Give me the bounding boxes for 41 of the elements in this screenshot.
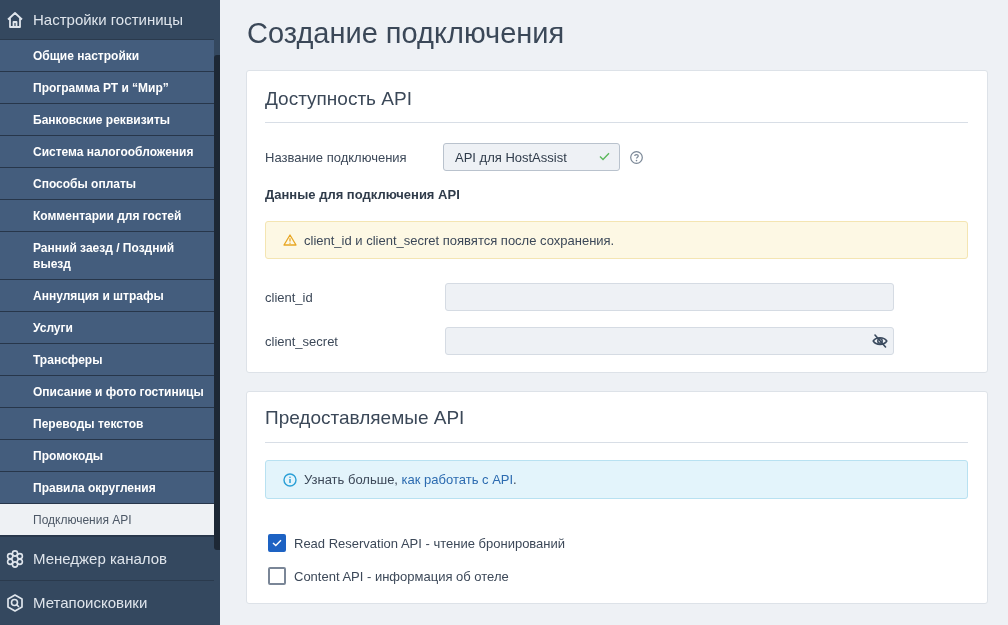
field-label: Название подключения <box>265 149 408 165</box>
sidebar-item[interactable]: Ранний заезд / Поздний выезд <box>0 232 214 280</box>
card-title: Предоставляемые API <box>265 406 466 430</box>
eye-slash-icon[interactable] <box>872 334 888 348</box>
info-icon <box>283 472 297 487</box>
sidebar-item[interactable]: Промокоды <box>0 440 214 472</box>
text-field[interactable]: API для HostAssist <box>443 143 620 171</box>
scrollbar[interactable] <box>214 55 220 550</box>
checkbox-label[interactable]: Content API - информация об отеле <box>294 568 509 584</box>
alert-text: client_id и client_secret появятся после сохранения. <box>304 232 615 248</box>
help-link[interactable]: как работать с API <box>401 472 514 487</box>
sidebar-item[interactable]: Трансферы <box>0 344 214 376</box>
field-label: client_id <box>265 289 314 305</box>
sidebar-item[interactable]: Услуги <box>0 312 214 344</box>
sidebar-item[interactable]: Общие настройки <box>0 40 214 72</box>
sidebar-item[interactable]: Способы оплаты <box>0 168 214 200</box>
home-icon <box>6 10 24 29</box>
field-label: client_secret <box>265 333 339 349</box>
flower-icon <box>6 549 24 568</box>
sidebar-item[interactable]: Банковские реквизиты <box>0 104 214 136</box>
text-field[interactable] <box>445 283 894 311</box>
sidebar-item[interactable]: Правила округления <box>0 472 214 504</box>
help-icon[interactable] <box>630 150 643 164</box>
warning-icon <box>283 234 297 246</box>
page-title: Создание подключения <box>247 16 566 51</box>
text-field[interactable] <box>445 327 894 355</box>
sidebar-item[interactable]: Система налогообложения <box>0 136 214 168</box>
checkmark-icon <box>272 539 282 547</box>
checkbox[interactable] <box>268 534 286 552</box>
card-title: Доступность API <box>265 87 413 111</box>
sidebar-item[interactable]: Переводы текстов <box>0 408 214 440</box>
checkbox-label[interactable]: Read Reservation API - чтение бронирований <box>294 535 566 551</box>
alert-text: Узнать больше, как работать с API. <box>304 472 517 487</box>
sidebar-item[interactable]: Программа РТ и “Мир” <box>0 72 214 104</box>
sidebar-item[interactable]: Комментарии для гостей <box>0 200 214 232</box>
checkbox[interactable] <box>268 567 286 585</box>
sidebar-item[interactable]: Описание и фото гостиницы <box>0 376 214 408</box>
sidebar-item[interactable]: Подключения API <box>0 504 214 536</box>
section-heading: Данные для подключения API <box>265 186 461 204</box>
sidebar-item[interactable]: Аннуляция и штрафы <box>0 280 214 312</box>
search-icon <box>6 593 24 612</box>
